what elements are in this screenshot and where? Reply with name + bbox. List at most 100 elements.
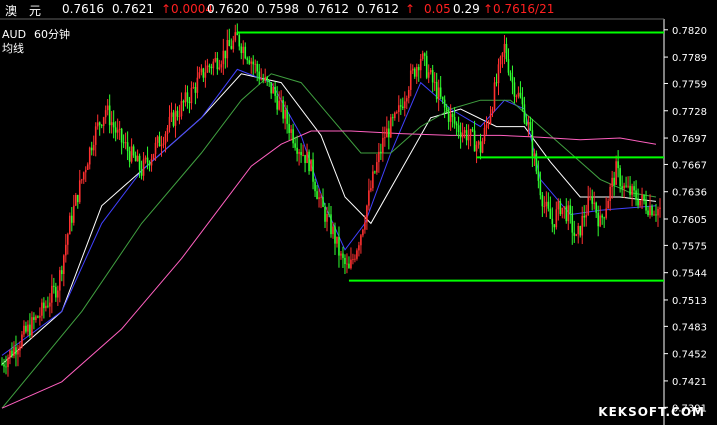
candle-body bbox=[228, 40, 231, 47]
candle-body bbox=[176, 110, 179, 117]
candle-body bbox=[485, 124, 488, 129]
candle-body bbox=[222, 50, 225, 65]
candle-body bbox=[1, 364, 3, 365]
candle-body bbox=[294, 143, 296, 148]
candle-body bbox=[110, 122, 113, 126]
candle-body bbox=[362, 229, 364, 236]
candle-body bbox=[202, 68, 205, 78]
candle-body bbox=[254, 63, 257, 65]
candle-body bbox=[53, 285, 55, 287]
candle-body bbox=[352, 259, 354, 260]
candle-body bbox=[11, 350, 13, 357]
candle-body bbox=[401, 106, 404, 109]
candle-body bbox=[39, 315, 41, 318]
candle-body bbox=[144, 157, 147, 160]
candle-body bbox=[551, 218, 554, 225]
candle-body bbox=[501, 52, 504, 57]
candle-body bbox=[68, 215, 71, 235]
candle-body bbox=[615, 161, 617, 185]
candle-body bbox=[571, 213, 574, 233]
candle-body bbox=[659, 207, 661, 210]
candle-body bbox=[577, 225, 580, 235]
candle-body bbox=[116, 129, 119, 133]
candle-body bbox=[483, 128, 486, 142]
y-tick-label: 0.7636 bbox=[672, 188, 707, 199]
candle-body bbox=[445, 107, 448, 111]
candle-body bbox=[208, 65, 211, 67]
candle-body bbox=[539, 180, 542, 196]
candle-body bbox=[549, 208, 552, 219]
candle-body bbox=[555, 209, 558, 228]
candle-body bbox=[324, 206, 326, 222]
candle-body bbox=[593, 202, 595, 204]
candle-body bbox=[413, 68, 416, 77]
candle-body bbox=[591, 196, 594, 204]
candle-body bbox=[98, 122, 101, 125]
candle-body bbox=[635, 190, 637, 200]
candle-body bbox=[499, 56, 502, 65]
candle-body bbox=[162, 143, 165, 145]
candle-body bbox=[290, 129, 292, 133]
candle-body bbox=[651, 206, 653, 216]
candle-body bbox=[595, 202, 597, 213]
candle-body bbox=[308, 151, 310, 172]
candle-body bbox=[67, 234, 69, 245]
candle-body bbox=[457, 125, 460, 133]
candle-body bbox=[467, 135, 470, 141]
candle-body bbox=[230, 46, 233, 49]
candle-body bbox=[475, 144, 478, 152]
candle-body bbox=[19, 346, 21, 351]
candle-body bbox=[386, 128, 388, 138]
candle-body bbox=[74, 195, 77, 206]
candle-body bbox=[366, 205, 368, 223]
candle-body bbox=[314, 181, 316, 192]
candle-body bbox=[559, 201, 562, 215]
candle-body bbox=[637, 199, 639, 206]
candle-body bbox=[35, 316, 37, 320]
candle-body bbox=[218, 67, 221, 70]
candle-body bbox=[533, 153, 536, 157]
candle-body bbox=[619, 168, 621, 187]
y-tick-label: 0.7513 bbox=[672, 296, 707, 307]
candle-body bbox=[234, 32, 237, 41]
candle-body bbox=[262, 78, 265, 81]
candle-body bbox=[166, 127, 169, 135]
candle-body bbox=[441, 96, 444, 100]
candle-body bbox=[513, 82, 516, 97]
y-tick-label: 0.7605 bbox=[672, 215, 707, 226]
candle-body bbox=[192, 87, 195, 88]
candle-body bbox=[543, 206, 546, 208]
candle-body bbox=[348, 263, 350, 269]
candle-body bbox=[356, 250, 358, 259]
candle-body bbox=[346, 263, 348, 265]
candle-body bbox=[569, 205, 572, 214]
candle-body bbox=[411, 68, 414, 71]
candle-body bbox=[29, 324, 31, 336]
candle-body bbox=[503, 43, 506, 53]
candle-body bbox=[204, 72, 207, 78]
candle-body bbox=[268, 80, 270, 83]
candle-body bbox=[403, 101, 406, 109]
price-chart[interactable]: 0.7820 0.7789 0.7759 0.7728 0.7697 0.7667 0.76… bbox=[0, 0, 717, 425]
candle-body bbox=[647, 210, 649, 216]
candle-body bbox=[5, 366, 7, 368]
candle-body bbox=[174, 110, 177, 126]
indicator-label: 均线 bbox=[2, 41, 24, 55]
candle-body bbox=[310, 159, 312, 172]
candle-body bbox=[180, 101, 183, 117]
candle-body bbox=[603, 217, 605, 219]
candle-body bbox=[248, 60, 251, 64]
candle-body bbox=[621, 186, 623, 189]
candle-body bbox=[306, 151, 308, 164]
candle-body bbox=[459, 132, 462, 138]
candle-body bbox=[142, 159, 145, 176]
candle-body bbox=[296, 147, 298, 154]
candle-body bbox=[451, 113, 454, 118]
candle-body bbox=[188, 101, 191, 104]
candle-body bbox=[581, 215, 584, 236]
candle-body bbox=[368, 190, 370, 206]
candle-body bbox=[242, 46, 245, 54]
candle-body bbox=[184, 92, 187, 103]
candle-body bbox=[336, 236, 338, 244]
candle-body bbox=[421, 53, 424, 59]
